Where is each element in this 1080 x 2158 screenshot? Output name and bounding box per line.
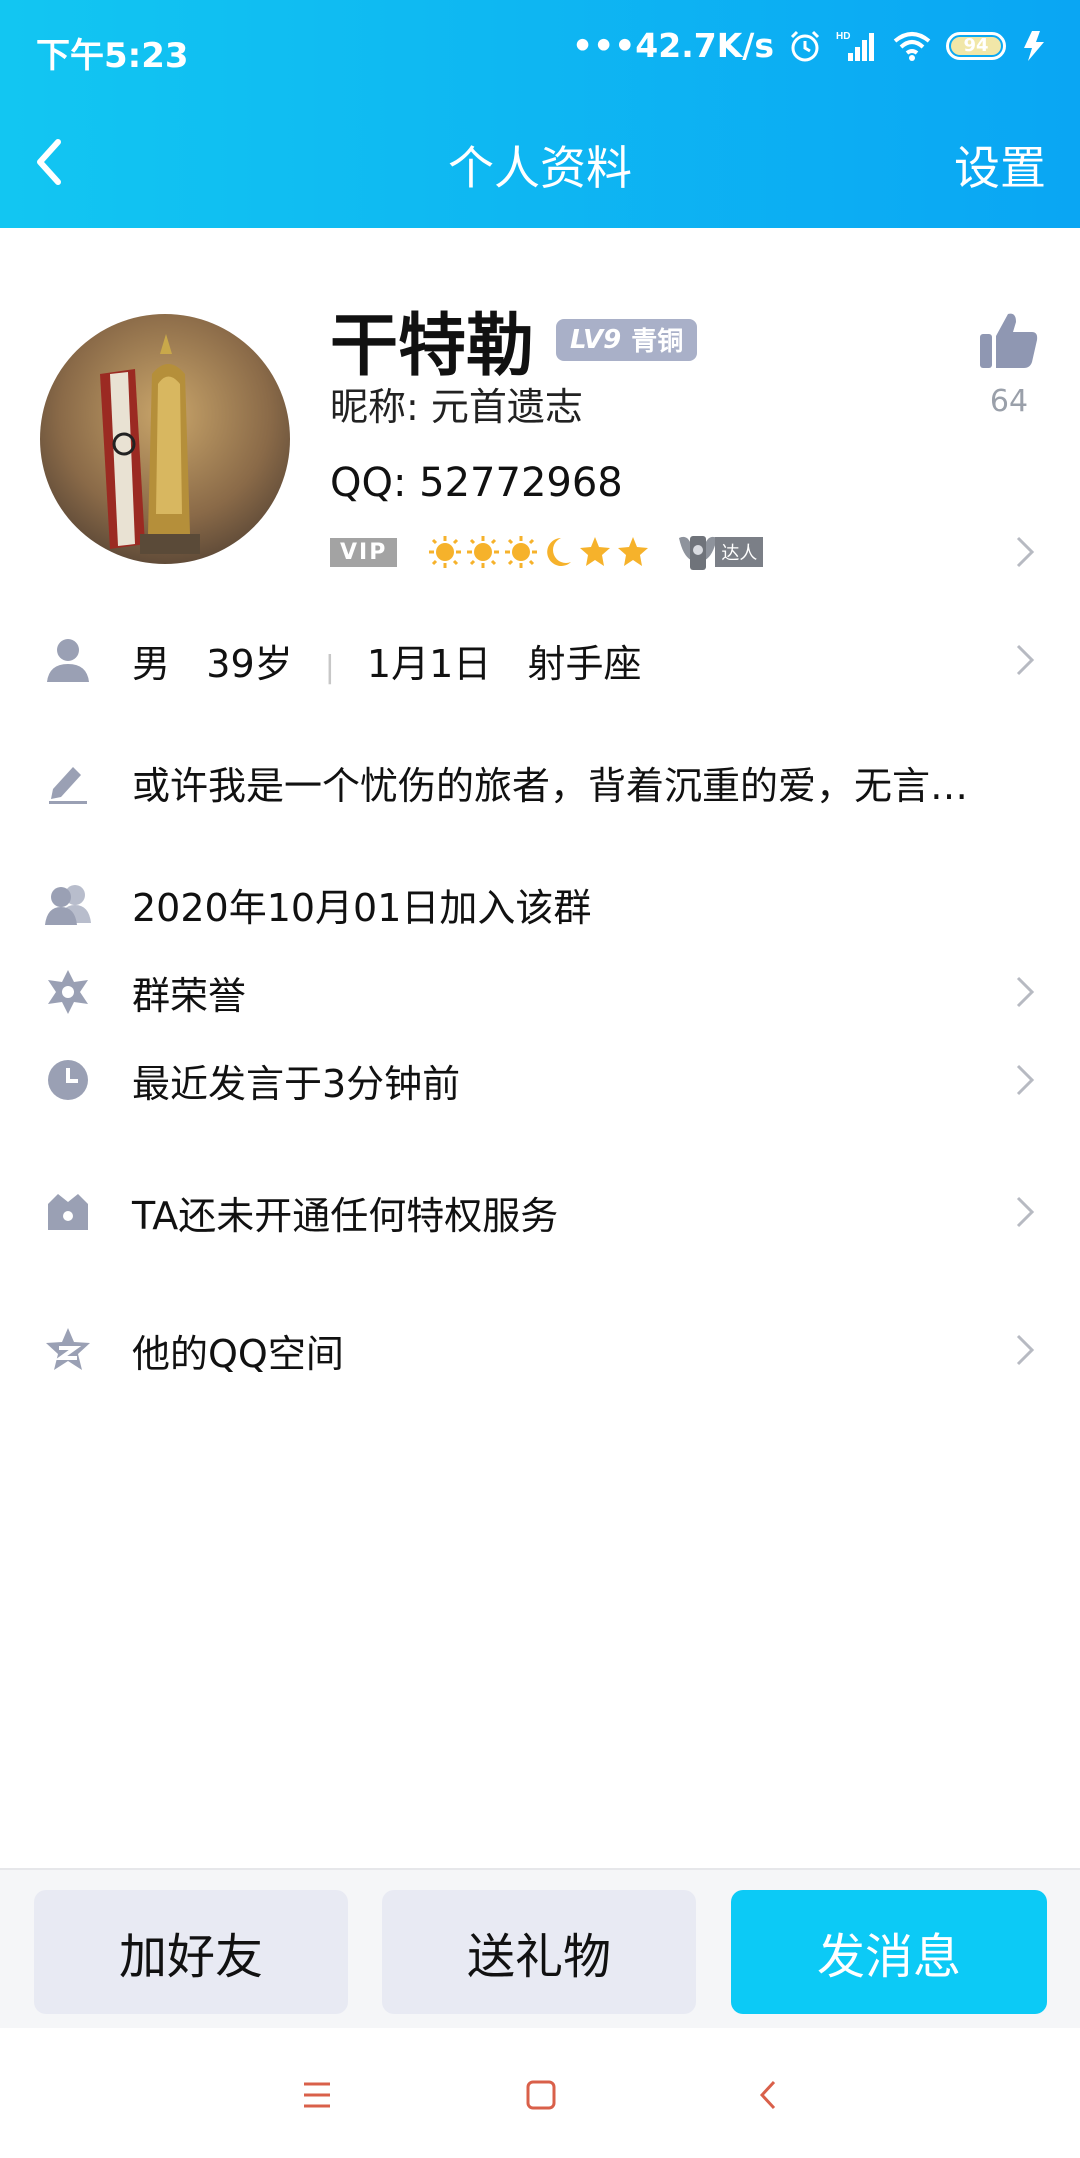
divider: | xyxy=(324,649,335,685)
gender: 男 xyxy=(132,641,171,686)
settings-button[interactable]: 设置 xyxy=(954,132,1046,198)
action-bar: 加好友 送礼物 发消息 xyxy=(0,1868,1080,2028)
header: 下午5:23 •••42.7K/s HD 94 个人资料 设置 xyxy=(0,0,1080,228)
svg-text:HD: HD xyxy=(836,31,850,42)
last-speak: 最近发言于3分钟前 xyxy=(132,1061,461,1106)
zodiac: 射手座 xyxy=(527,641,642,686)
last-speak-row[interactable]: 最近发言于3分钟前 xyxy=(0,1040,1080,1120)
level-badge[interactable]: LV9 青铜 xyxy=(556,318,698,361)
age: 39岁 xyxy=(206,641,293,686)
chevron-right-icon xyxy=(1016,976,1035,1008)
battery-icon: 94 xyxy=(946,31,1006,60)
nickname: 昵称: 元首遗志 xyxy=(330,385,583,429)
birthday: 1月1日 xyxy=(366,641,492,686)
chevron-right-icon xyxy=(1016,644,1035,676)
privilege-row[interactable]: TA还未开通任何特权服务 xyxy=(0,1172,1080,1252)
privilege-status: TA还未开通任何特权服务 xyxy=(132,1193,559,1238)
daren-badge: 达人 xyxy=(675,530,764,574)
chevron-right-icon xyxy=(1016,1064,1035,1096)
sun-icon xyxy=(505,536,538,568)
thumbs-up-icon xyxy=(980,313,1038,368)
vip-badge: VIP xyxy=(330,537,398,567)
network-speed: •••42.7K/s xyxy=(572,26,774,65)
status-indicators: •••42.7K/s HD 94 xyxy=(572,26,1050,65)
profile-name: 干特勒 xyxy=(330,307,535,386)
chevron-right-icon[interactable] xyxy=(1014,534,1036,570)
pencil-icon xyxy=(42,756,94,808)
level-prefix: LV9 xyxy=(570,324,622,355)
level-name: 青铜 xyxy=(631,327,684,357)
person-icon xyxy=(42,634,94,686)
status-time: 下午5:23 xyxy=(36,36,189,76)
group-honor: 群荣誉 xyxy=(132,973,247,1018)
nav-bar: 个人资料 设置 xyxy=(0,110,1080,210)
sun-icon xyxy=(429,536,462,568)
sun-icon xyxy=(467,536,500,568)
group-honor-row[interactable]: 群荣誉 xyxy=(0,952,1080,1032)
star-icon xyxy=(580,537,611,566)
join-date-row: 2020年10月01日加入该群 xyxy=(0,864,1080,944)
alarm-icon xyxy=(790,30,820,61)
basic-info-row[interactable]: 男 39岁 | 1月1日 射手座 xyxy=(0,620,1080,700)
name-row: 干特勒 LV9 青铜 xyxy=(330,290,698,389)
clock-icon xyxy=(42,1054,94,1106)
wifi-icon xyxy=(893,31,931,61)
qzone-link: 他的QQ空间 xyxy=(132,1331,344,1376)
daren-label: 达人 xyxy=(715,537,764,567)
crown-icon xyxy=(42,1186,94,1238)
signature-row[interactable]: 或许我是一个忧伤的旅者，背着沉重的爱，无言… xyxy=(0,742,1080,822)
charging-icon xyxy=(1024,30,1044,61)
signature: 或许我是一个忧伤的旅者，背着沉重的爱，无言… xyxy=(132,763,969,808)
join-date: 2020年10月01日加入该群 xyxy=(132,885,592,930)
honor-star-icon xyxy=(42,966,94,1018)
menu-icon[interactable] xyxy=(292,2070,342,2120)
moon-icon xyxy=(547,538,572,566)
status-bar: 下午5:23 •••42.7K/s HD 94 xyxy=(0,0,1080,100)
back-icon[interactable] xyxy=(744,2070,794,2120)
badges-row[interactable]: VIP 达人 xyxy=(330,530,764,574)
qzone-star-icon xyxy=(42,1324,94,1376)
basic-info: 男 39岁 | 1月1日 射手座 xyxy=(132,633,642,688)
star-icon xyxy=(618,537,649,566)
battery-level: 94 xyxy=(963,35,989,56)
qq-number: QQ: 52772968 xyxy=(330,460,623,506)
avatar-image xyxy=(40,314,290,564)
system-nav-bar xyxy=(0,2028,1080,2158)
avatar[interactable] xyxy=(40,314,290,564)
qzone-row[interactable]: 他的QQ空间 xyxy=(0,1310,1080,1390)
add-friend-button[interactable]: 加好友 xyxy=(34,1890,348,2014)
send-gift-button[interactable]: 送礼物 xyxy=(382,1890,696,2014)
page-title: 个人资料 xyxy=(448,141,632,195)
group-members-icon xyxy=(42,878,94,930)
like-count: 64 xyxy=(989,384,1029,419)
chevron-right-icon xyxy=(1016,1334,1035,1366)
send-message-button[interactable]: 发消息 xyxy=(731,1890,1047,2014)
like-button[interactable]: 64 xyxy=(974,310,1044,419)
home-icon[interactable] xyxy=(516,2070,566,2120)
qq-level-medals xyxy=(427,534,651,570)
signal-icon: HD xyxy=(836,31,874,61)
chevron-right-icon xyxy=(1016,1196,1035,1228)
